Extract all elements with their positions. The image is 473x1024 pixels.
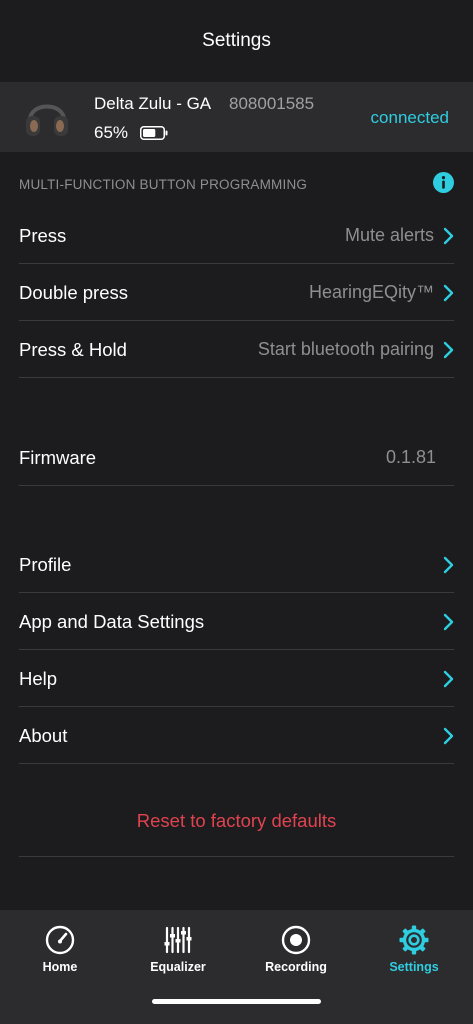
battery-percent: 65%	[94, 123, 129, 142]
tab-settings[interactable]: Settings	[355, 910, 473, 990]
battery-icon	[140, 126, 168, 140]
device-serial: 808001585	[229, 94, 315, 113]
chevron-right-icon	[443, 341, 454, 359]
row-label: Help	[19, 668, 58, 689]
record-icon	[281, 925, 311, 955]
tab-equalizer[interactable]: Equalizer	[119, 910, 237, 990]
row-label: Press	[19, 225, 67, 246]
tab-home[interactable]: Home	[1, 910, 119, 990]
tab-label: Home	[42, 960, 78, 974]
menu-item-about[interactable]: About	[19, 707, 454, 764]
menu-item-profile[interactable]: Profile	[19, 536, 454, 593]
tab-label: Equalizer	[150, 960, 206, 974]
mfb-row-double-press[interactable]: Double press HearingEQity™	[19, 264, 454, 321]
nav-bar: Settings	[0, 0, 473, 82]
tab-label: Recording	[265, 960, 327, 974]
equalizer-icon	[164, 926, 192, 954]
tab-bar: Home Equalizer Recording Settings	[0, 910, 473, 1024]
reset-label: Reset to factory defaults	[136, 810, 337, 831]
chevron-right-icon	[443, 227, 454, 245]
speedometer-icon	[45, 925, 75, 955]
firmware-row: Firmware 0.1.81	[19, 429, 454, 486]
chevron-right-icon	[443, 727, 454, 745]
device-card[interactable]: Delta Zulu - GA 808001585 65% connected	[0, 82, 473, 152]
home-indicator	[152, 999, 321, 1004]
chevron-right-icon	[443, 613, 454, 631]
firmware-label: Firmware	[19, 447, 97, 468]
firmware-version: 0.1.81	[385, 447, 436, 467]
row-value: Start bluetooth pairing	[257, 339, 434, 359]
row-label: About	[19, 725, 68, 746]
chevron-right-icon	[443, 670, 454, 688]
tab-recording[interactable]: Recording	[237, 910, 355, 990]
mfb-section-title: MULTI-FUNCTION BUTTON PROGRAMMING	[19, 177, 308, 192]
row-label: Press & Hold	[19, 339, 127, 360]
reset-factory-defaults-button[interactable]: Reset to factory defaults	[19, 792, 454, 857]
tab-label: Settings	[389, 960, 439, 974]
mfb-row-press[interactable]: Press Mute alerts	[19, 207, 454, 264]
headphones-image	[26, 104, 68, 136]
chevron-right-icon	[443, 556, 454, 574]
info-icon[interactable]	[433, 172, 454, 193]
menu-item-app-data-settings[interactable]: App and Data Settings	[19, 593, 454, 650]
row-label: Double press	[19, 282, 129, 303]
row-value: Mute alerts	[344, 225, 434, 245]
battery-fill	[143, 129, 156, 137]
row-label: Profile	[19, 554, 72, 575]
connection-status: connected	[370, 108, 449, 127]
menu-item-help[interactable]: Help	[19, 650, 454, 707]
device-name: Delta Zulu - GA	[94, 94, 212, 113]
gear-icon	[399, 925, 429, 955]
chevron-right-icon	[443, 284, 454, 302]
row-value: HearingEQity™	[308, 282, 434, 302]
page-title: Settings	[202, 30, 271, 51]
mfb-row-press-hold[interactable]: Press & Hold Start bluetooth pairing	[19, 321, 454, 378]
row-label: App and Data Settings	[19, 611, 205, 632]
